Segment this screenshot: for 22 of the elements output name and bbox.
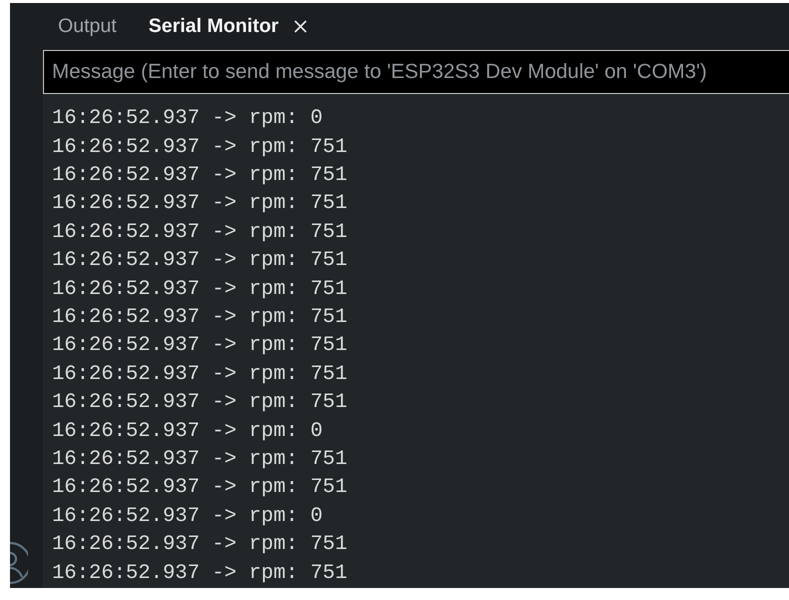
log-line: 16:26:52.937 -> rpm: 751 [52,560,348,587]
tab[interactable]: Output [58,12,117,42]
log-line: 16:26:52.937 -> rpm: 751 [52,220,348,246]
log-line: 16:26:52.937 -> rpm: 751 [52,532,348,558]
log-line: 16:26:52.937 -> rpm: 751 [52,191,348,218]
log-line: 16:26:52.937 -> rpm: 751 [52,162,348,189]
tab[interactable]: Serial Monitor [148,12,307,42]
log-line: 16:26:52.937 -> rpm: 751 [52,475,348,502]
log-line: 16:26:52.937 -> rpm: 0 [52,106,323,132]
log-line: 16:26:52.937 -> rpm: 751 [52,276,348,303]
log-line: 16:26:52.937 -> rpm: 751 [52,304,348,331]
log-line: 16:26:52.937 -> rpm: 0 [52,504,323,530]
message-field[interactable]: Message (Enter to send message to 'ESP32S3 Dev Module' on 'COM3') [43,50,789,94]
log-line: 16:26:52.937 -> rpm: 751 [52,134,348,160]
log-line: 16:26:52.937 -> rpm: 751 [52,362,348,388]
close-icon[interactable] [294,20,307,33]
log-line: 16:26:52.937 -> rpm: 751 [52,333,348,360]
log-line: 16:26:52.937 -> rpm: 751 [52,390,348,416]
log-line: 16:26:52.937 -> rpm: 751 [52,446,348,473]
log-line: 16:26:52.937 -> rpm: 0 [52,418,323,445]
person-icon[interactable] [10,541,28,585]
log-line: 16:26:52.937 -> rpm: 751 [52,248,348,274]
